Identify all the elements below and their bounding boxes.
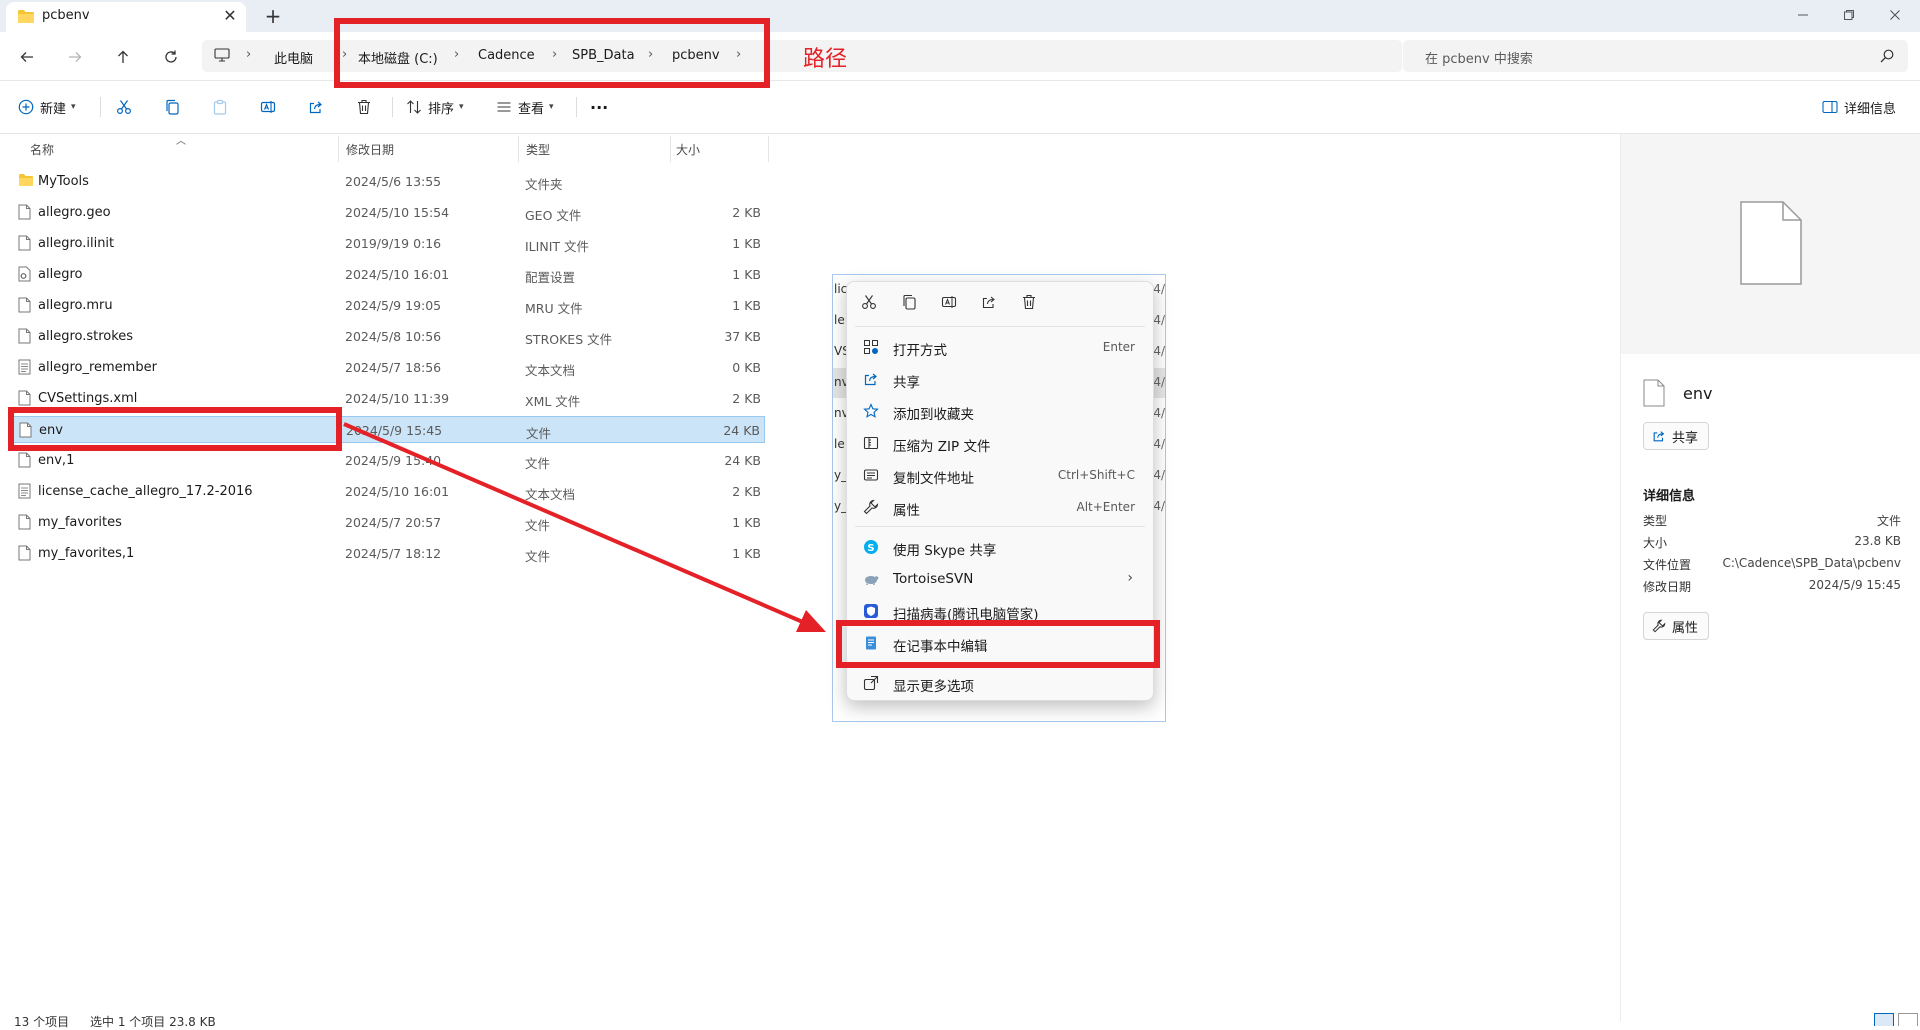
annotation-arrow bbox=[343, 422, 826, 632]
